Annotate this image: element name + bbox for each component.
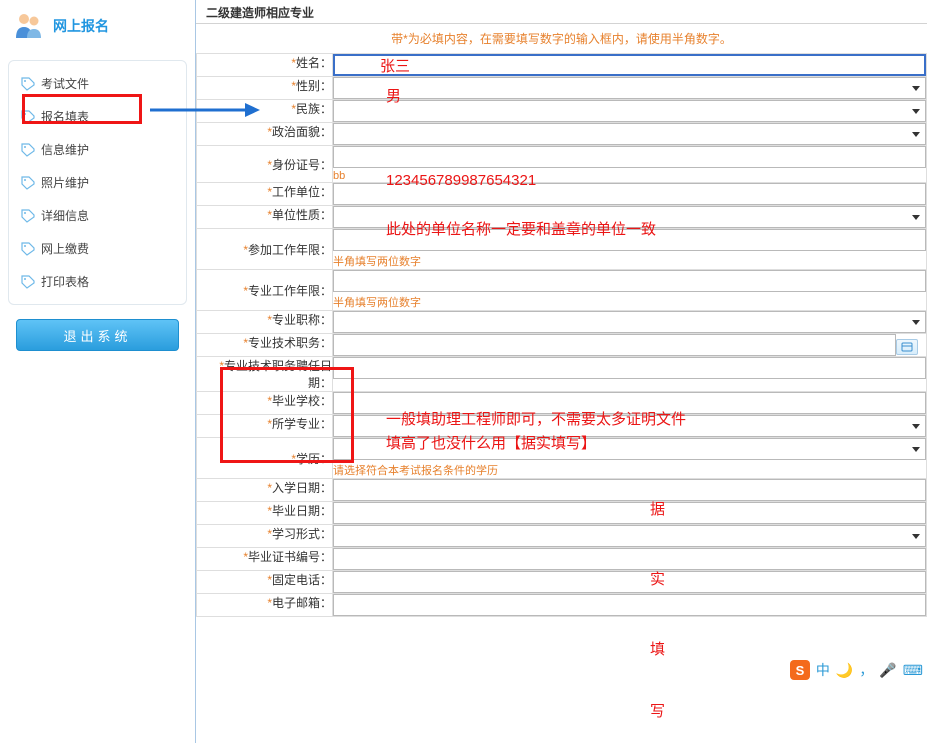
panel-hint: 带*为必填内容，在需要填写数字的输入框内，请使用半角数字。 [196,24,927,53]
ime-keyboard-icon[interactable]: ⌨ [903,662,923,679]
workyears-input[interactable] [333,229,926,251]
gender-select[interactable] [333,77,926,99]
tag-icon [21,110,35,124]
ime-toolbar: S 中 🌙 ， 🎤 ⌨ [786,657,927,683]
menu-label: 详细信息 [41,207,89,224]
people-icon [13,10,45,42]
edu-select[interactable] [333,438,926,460]
label-edu: 学历： [296,452,332,466]
studymode-select[interactable] [333,525,926,547]
menu-label: 网上缴费 [41,240,89,257]
label-phone: 固定电话： [272,573,332,587]
tag-icon [21,209,35,223]
protechdate-input[interactable] [333,357,926,379]
main-panel: 二级建造师相应专业 带*为必填内容，在需要填写数字的输入框内，请使用半角数字。 … [195,0,927,743]
menu-label: 照片维护 [41,174,89,191]
logout-label: 退出系统 [63,326,131,345]
unittype-select[interactable] [333,206,926,228]
menu-item-print-forms[interactable]: 打印表格 [9,265,186,298]
menu-item-details[interactable]: 详细信息 [9,199,186,232]
sidebar-header: 网上报名 [8,0,187,52]
logout-button[interactable]: 退出系统 [16,319,179,351]
form-table: *姓名： *性别： *民族： *政治面貌： *身份证号： bb [196,53,927,617]
label-certno: 毕业证书编号： [248,550,332,564]
label-name: 姓名： [296,56,332,70]
tag-icon [21,176,35,190]
edu-helper: 请选择符合本考试报名条件的学历 [333,462,926,478]
label-protech: 专业技术职务： [248,336,332,350]
menu-item-registration-form[interactable]: 报名填表 [9,100,186,133]
menu-label: 信息维护 [41,141,89,158]
label-idnum: 身份证号： [272,158,332,172]
protech-input[interactable] [333,334,896,356]
certno-input[interactable] [333,548,926,570]
email-input[interactable] [333,594,926,616]
label-enrolldate: 入学日期： [272,481,332,495]
lookup-icon [901,342,913,352]
phone-input[interactable] [333,571,926,593]
sidebar: 网上报名 考试文件 报名填表 信息维护 [0,0,195,743]
major-select[interactable] [333,415,926,437]
label-workyears: 参加工作年限： [248,243,332,257]
ime-cn-button[interactable]: 中 [816,660,830,680]
label-unittype: 单位性质： [272,208,332,222]
idnum-input[interactable] [333,146,926,168]
label-email: 电子邮箱： [272,596,332,610]
workunit-input[interactable] [333,183,926,205]
panel-title: 二级建造师相应专业 [196,0,927,24]
label-proyears: 专业工作年限： [248,284,332,298]
proyears-input[interactable] [333,270,926,292]
protitle-select[interactable] [333,311,926,333]
label-workunit: 工作单位： [272,185,332,199]
label-protechdate: 专业技术职务聘任日期： [224,359,332,390]
sidebar-title: 网上报名 [53,16,109,36]
idnum-helper: bb [333,170,926,182]
menu-label: 考试文件 [41,75,89,92]
ime-logo-icon[interactable]: S [790,660,810,680]
name-input[interactable] [333,54,926,76]
ime-comma-button[interactable]: ， [859,660,873,680]
label-gender: 性别： [296,79,332,93]
label-political: 政治面貌： [272,125,332,139]
label-school: 毕业学校： [272,394,332,408]
label-ethnicity: 民族： [296,102,332,116]
menu-item-online-payment[interactable]: 网上缴费 [9,232,186,265]
tag-icon [21,275,35,289]
label-graddate: 毕业日期： [272,504,332,518]
workyears-helper: 半角填写两位数字 [333,253,926,269]
ime-mic-icon[interactable]: 🎤 [879,662,896,679]
menu-label: 打印表格 [41,273,89,290]
menu-label: 报名填表 [41,108,89,125]
menu-item-info-maintain[interactable]: 信息维护 [9,133,186,166]
enrolldate-input[interactable] [333,479,926,501]
tag-icon [21,77,35,91]
tag-icon [21,242,35,256]
label-protitle: 专业职称： [272,313,332,327]
proyears-helper: 半角填写两位数字 [333,294,926,310]
label-studymode: 学习形式： [272,527,332,541]
political-select[interactable] [333,123,926,145]
school-input[interactable] [333,392,926,414]
ime-moon-icon[interactable]: 🌙 [836,662,853,679]
label-major: 所学专业： [272,417,332,431]
menu-item-photo-maintain[interactable]: 照片维护 [9,166,186,199]
graddate-input[interactable] [333,502,926,524]
tag-icon [21,143,35,157]
menu-item-exam-files[interactable]: 考试文件 [9,67,186,100]
ethnicity-select[interactable] [333,100,926,122]
sidebar-menu: 考试文件 报名填表 信息维护 照片维护 [8,60,187,305]
lookup-button[interactable] [896,339,918,355]
